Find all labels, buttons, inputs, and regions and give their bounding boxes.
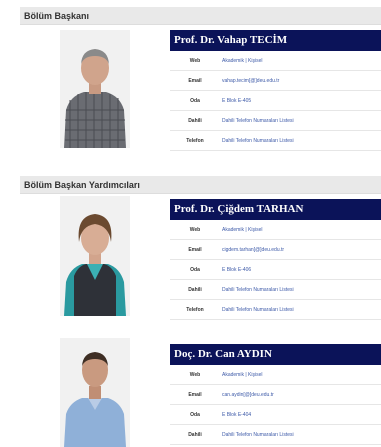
label-web: Web xyxy=(170,220,220,240)
person-info-table: Web Akademik | Kişisel Email cigdem.tarh… xyxy=(170,220,381,320)
info-row-ext: Dahili Dahili Telefon Numaraları Listesi xyxy=(170,424,381,445)
label-web: Web xyxy=(170,51,220,71)
info-row-email: Email vahap.tecim[@]deu.edu.tr xyxy=(170,70,381,91)
info-row-web: Web Akademik | Kişisel xyxy=(170,365,381,385)
label-ext: Dahili xyxy=(170,279,220,300)
info-row-ext: Dahili Dahili Telefon Numaraları Listesi xyxy=(170,279,381,300)
photo-can-aydin xyxy=(60,338,130,447)
info-row-email: Email can.aydin[@]deu.edu.tr xyxy=(170,384,381,405)
email-link[interactable]: cigdem.tarhan[@]deu.edu.tr xyxy=(220,239,381,260)
person-card-cigdem-tarhan: Prof. Dr. Çiğdem TARHAN Web Akademik | K… xyxy=(170,199,381,320)
web-links[interactable]: Akademik | Kişisel xyxy=(220,220,381,240)
label-room: Oda xyxy=(170,404,220,425)
person-photo-icon xyxy=(60,30,130,148)
info-row-room: Oda E Blok E-406 xyxy=(170,259,381,280)
label-phone: Telefon xyxy=(170,130,220,151)
info-row-room: Oda E Blok E-404 xyxy=(170,404,381,425)
section-header-head: Bölüm Başkanı xyxy=(20,7,381,25)
ext-link[interactable]: Dahili Telefon Numaraları Listesi xyxy=(220,110,381,131)
person-name: Prof. Dr. Çiğdem TARHAN xyxy=(170,199,381,220)
person-name: Doç. Dr. Can AYDIN xyxy=(170,344,381,365)
label-web: Web xyxy=(170,365,220,385)
email-link[interactable]: vahap.tecim[@]deu.edu.tr xyxy=(220,70,381,91)
person-photo-icon xyxy=(60,338,130,447)
label-email: Email xyxy=(170,384,220,405)
web-links[interactable]: Akademik | Kişisel xyxy=(220,51,381,71)
info-row-phone: Telefon Dahili Telefon Numaraları Listes… xyxy=(170,130,381,151)
room-value: E Blok E-406 xyxy=(220,259,381,280)
person-card-can-aydin: Doç. Dr. Can AYDIN Web Akademik | Kişise… xyxy=(170,344,381,445)
info-row-web: Web Akademik | Kişisel xyxy=(170,51,381,71)
phone-link[interactable]: Dahili Telefon Numaraları Listesi xyxy=(220,130,381,151)
ext-link[interactable]: Dahili Telefon Numaraları Listesi xyxy=(220,279,381,300)
photo-vahap-tecim xyxy=(60,30,130,148)
person-info-table: Web Akademik | Kişisel Email can.aydin[@… xyxy=(170,365,381,445)
email-link[interactable]: can.aydin[@]deu.edu.tr xyxy=(220,384,381,405)
info-row-email: Email cigdem.tarhan[@]deu.edu.tr xyxy=(170,239,381,260)
room-value: E Blok E-405 xyxy=(220,90,381,111)
label-phone: Telefon xyxy=(170,299,220,320)
phone-link[interactable]: Dahili Telefon Numaraları Listesi xyxy=(220,299,381,320)
section-header-deputies: Bölüm Başkan Yardımcıları xyxy=(20,176,381,194)
person-card-vahap-tecim: Prof. Dr. Vahap TECİM Web Akademik | Kiş… xyxy=(170,30,381,151)
photo-cigdem-tarhan xyxy=(60,196,130,316)
label-room: Oda xyxy=(170,259,220,280)
person-info-table: Web Akademik | Kişisel Email vahap.tecim… xyxy=(170,51,381,151)
label-room: Oda xyxy=(170,90,220,111)
room-value: E Blok E-404 xyxy=(220,404,381,425)
label-ext: Dahili xyxy=(170,424,220,445)
label-email: Email xyxy=(170,70,220,91)
person-name: Prof. Dr. Vahap TECİM xyxy=(170,30,381,51)
info-row-web: Web Akademik | Kişisel xyxy=(170,220,381,240)
label-ext: Dahili xyxy=(170,110,220,131)
person-photo-icon xyxy=(60,196,130,316)
info-row-room: Oda E Blok E-405 xyxy=(170,90,381,111)
ext-link[interactable]: Dahili Telefon Numaraları Listesi xyxy=(220,424,381,445)
info-row-ext: Dahili Dahili Telefon Numaraları Listesi xyxy=(170,110,381,131)
label-email: Email xyxy=(170,239,220,260)
web-links[interactable]: Akademik | Kişisel xyxy=(220,365,381,385)
info-row-phone: Telefon Dahili Telefon Numaraları Listes… xyxy=(170,299,381,320)
